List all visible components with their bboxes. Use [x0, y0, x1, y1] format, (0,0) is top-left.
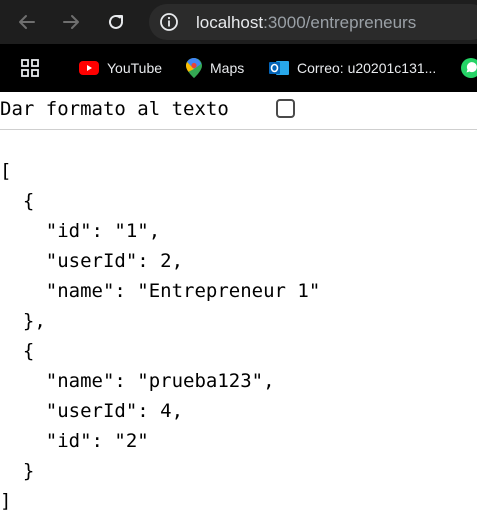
site-info-icon[interactable]	[159, 12, 179, 32]
bookmark-whatsapp[interactable]	[460, 56, 477, 80]
json-line: "name": "Entrepreneur 1"	[0, 280, 321, 302]
whatsapp-icon	[461, 58, 477, 78]
json-line: "id": "2"	[0, 430, 149, 452]
bookmark-label: Maps	[210, 60, 245, 76]
bookmark-youtube[interactable]: YouTube	[79, 56, 162, 80]
json-line: },	[0, 310, 46, 332]
json-line: {	[0, 190, 35, 212]
json-line: {	[0, 340, 35, 362]
back-arrow-icon	[19, 15, 35, 29]
bookmark-label: Correo: u20201c131...	[297, 60, 437, 76]
youtube-icon	[79, 61, 99, 75]
maps-icon	[186, 58, 202, 78]
apps-button[interactable]	[21, 56, 39, 80]
bookmark-label: YouTube	[107, 60, 163, 76]
json-line: ]	[0, 490, 12, 512]
format-toggle-bar: Dar formato al texto	[0, 92, 477, 130]
reload-button[interactable]	[101, 7, 131, 37]
url-host: localhost	[196, 13, 264, 32]
bookmark-outlook[interactable]: Correo: u20201c131...	[269, 56, 436, 80]
forward-arrow-icon	[63, 15, 79, 29]
bookmark-maps[interactable]: Maps	[186, 56, 244, 80]
browser-toolbar: localhost:3000/entrepreneurs	[0, 0, 477, 44]
json-line: }	[0, 460, 35, 482]
json-line: "id": "1",	[0, 220, 161, 242]
json-content: [ { "id": "1", "userId": 2, "name": "Ent…	[0, 156, 320, 516]
apps-grid-icon	[21, 59, 39, 77]
reload-icon	[109, 14, 123, 29]
json-line: "userId": 2,	[0, 250, 184, 272]
json-line: "name": "prueba123",	[0, 370, 275, 392]
json-line: "userId": 4,	[0, 400, 184, 422]
json-line: [	[0, 160, 12, 182]
url-path: :3000/entrepreneurs	[263, 13, 417, 32]
format-label: Dar formato al texto	[0, 98, 229, 120]
address-bar[interactable]: localhost:3000/entrepreneurs	[149, 4, 477, 40]
url-text[interactable]: localhost:3000/entrepreneurs	[196, 13, 416, 33]
outlook-icon	[269, 61, 289, 75]
back-button[interactable]	[12, 7, 42, 37]
forward-button[interactable]	[56, 7, 86, 37]
format-checkbox[interactable]	[276, 99, 295, 118]
bookmarks-bar: YouTube Maps Correo: u20201c131...	[0, 44, 477, 92]
